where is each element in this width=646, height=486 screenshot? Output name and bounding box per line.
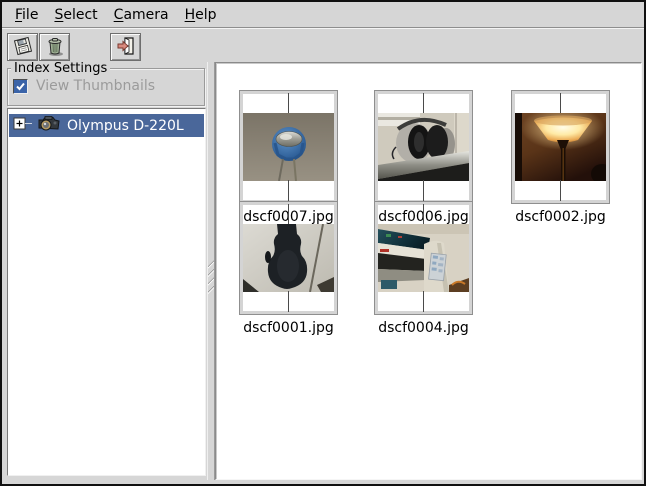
camera-tree: Olympus D-220L	[7, 108, 206, 476]
save-button[interactable]	[7, 33, 38, 61]
tree-row-label: Olympus D-220L	[67, 118, 184, 134]
floppy-disk-icon	[12, 35, 34, 60]
thumbnail-cell-dscf0001[interactable]: dscf0001.jpg	[237, 202, 340, 336]
tree-expander-icon[interactable]	[13, 117, 33, 134]
view-thumbnails-label: View Thumbnails	[36, 78, 155, 94]
menu-help-rest: elp	[195, 7, 216, 23]
exit-button[interactable]	[110, 33, 141, 61]
menu-camera[interactable]: Camera	[106, 4, 177, 26]
thumbnail-image-dscf0001	[240, 202, 337, 314]
gtkam-window: File Select Camera Help	[0, 0, 646, 486]
exit-door-icon	[115, 35, 137, 60]
view-thumbnails-checkbox[interactable]	[13, 79, 28, 94]
menu-select-rest: elect	[63, 7, 97, 23]
thumbnail-filename: dscf0004.jpg	[372, 320, 475, 336]
thumbnail-image-dscf0002	[512, 91, 609, 203]
thumbnail-filename: dscf0001.jpg	[237, 320, 340, 336]
trash-icon	[44, 35, 66, 60]
thumbnail-panel: dscf0007.jpg	[215, 62, 642, 480]
camera-icon	[35, 115, 61, 137]
delete-button[interactable]	[39, 33, 70, 61]
checkmark-icon	[15, 81, 26, 92]
thumbnail-image-dscf0007	[240, 91, 337, 203]
menu-select[interactable]: Select	[46, 4, 105, 26]
thumbnail-image-dscf0006	[375, 91, 472, 203]
thumbnail-cell-dscf0004[interactable]: dscf0004.jpg	[372, 202, 475, 336]
menubar: File Select Camera Help	[2, 2, 644, 28]
thumbnail-cell-dscf0002[interactable]: dscf0002.jpg	[509, 91, 612, 225]
menu-camera-mnemonic: C	[114, 7, 124, 23]
toolbar	[2, 30, 644, 64]
view-thumbnails-row: View Thumbnails	[13, 78, 155, 94]
menu-help[interactable]: Help	[177, 4, 225, 26]
menu-file[interactable]: File	[7, 4, 46, 26]
menu-help-mnemonic: H	[185, 7, 196, 23]
tree-row-olympus[interactable]: Olympus D-220L	[9, 114, 204, 137]
menu-file-mnemonic: F	[15, 7, 22, 23]
thumbnail-image-dscf0004	[375, 202, 472, 314]
menu-camera-rest: amera	[123, 7, 168, 23]
thumbnail-filename: dscf0002.jpg	[509, 209, 612, 225]
index-settings-frame-title: Index Settings	[11, 61, 110, 76]
pane-grip-handle[interactable]	[208, 260, 214, 294]
menu-select-mnemonic: S	[54, 7, 63, 23]
pane-divider[interactable]	[207, 62, 215, 480]
menu-file-rest: ile	[22, 7, 38, 23]
